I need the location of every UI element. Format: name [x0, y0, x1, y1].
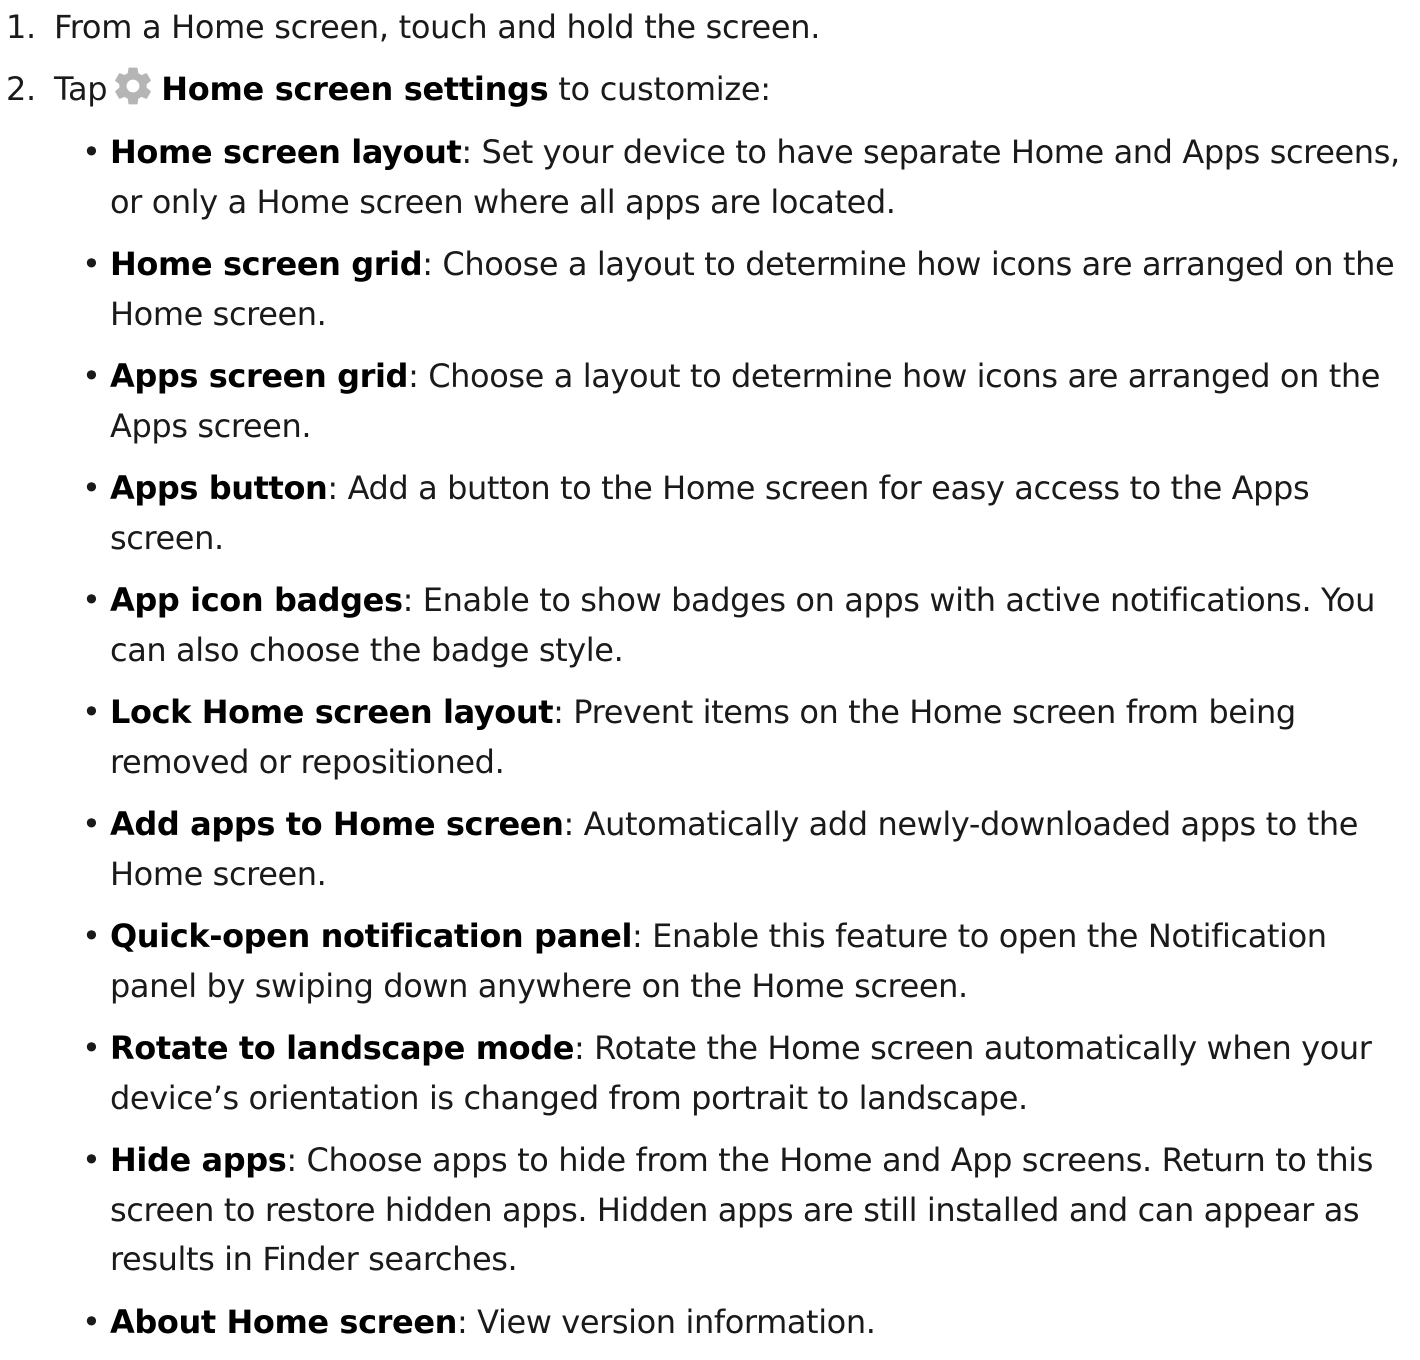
step-text: From a Home screen, touch and hold the s… [54, 8, 821, 46]
list-item: • Rotate to landscape mode: Rotate the Ho… [82, 1029, 1372, 1117]
step-2: 2. Tap Home screen settings to customize: [6, 64, 771, 114]
home-screen-settings-label: Home screen settings [161, 70, 549, 108]
option-term: Apps screen grid [110, 357, 409, 395]
option-term: App icon badges [110, 581, 403, 619]
step-number: 1. [6, 8, 36, 46]
step-prefix: Tap [54, 70, 108, 108]
step-suffix: to customize: [548, 70, 771, 108]
step-1: 1. From a Home screen, touch and hold the… [6, 2, 820, 52]
option-term: Add apps to Home screen [110, 805, 564, 843]
option-description: : View version information. [457, 1302, 876, 1341]
gear-icon [115, 67, 152, 105]
option-term: Home screen grid [110, 245, 423, 283]
list-item: • Quick-open notification panel: Enable t… [82, 917, 1327, 1005]
list-item: • Lock Home screen layout: Prevent items … [82, 693, 1296, 781]
list-item: • About Home screen: View version informa… [82, 1302, 876, 1341]
option-description: : Choose apps to hide from the Home and … [110, 1141, 1374, 1278]
list-item: • Apps screen grid: Choose a layout to de… [82, 357, 1381, 445]
option-term: Home screen layout [110, 133, 462, 171]
option-term: About Home screen [110, 1302, 458, 1341]
list-item: • App icon badges: Enable to show badges … [82, 581, 1375, 669]
step-number: 2. [6, 70, 36, 108]
option-term: Rotate to landscape mode [110, 1029, 575, 1067]
list-item: • Hide apps: Choose apps to hide from the… [82, 1141, 1374, 1278]
list-item: • Add apps to Home screen: Automatically … [82, 805, 1359, 893]
option-term: Apps button [110, 469, 328, 507]
settings-options-list: • Home screen layout: Set your device to … [0, 128, 1420, 1360]
list-item: • Home screen grid: Choose a layout to de… [82, 245, 1395, 333]
list-item: • Home screen layout: Set your device to … [82, 133, 1400, 221]
list-item: • Apps button: Add a button to the Home s… [82, 469, 1310, 557]
option-term: Lock Home screen layout [110, 693, 554, 731]
option-term: Quick-open notification panel [110, 917, 633, 955]
option-term: Hide apps [110, 1141, 287, 1179]
